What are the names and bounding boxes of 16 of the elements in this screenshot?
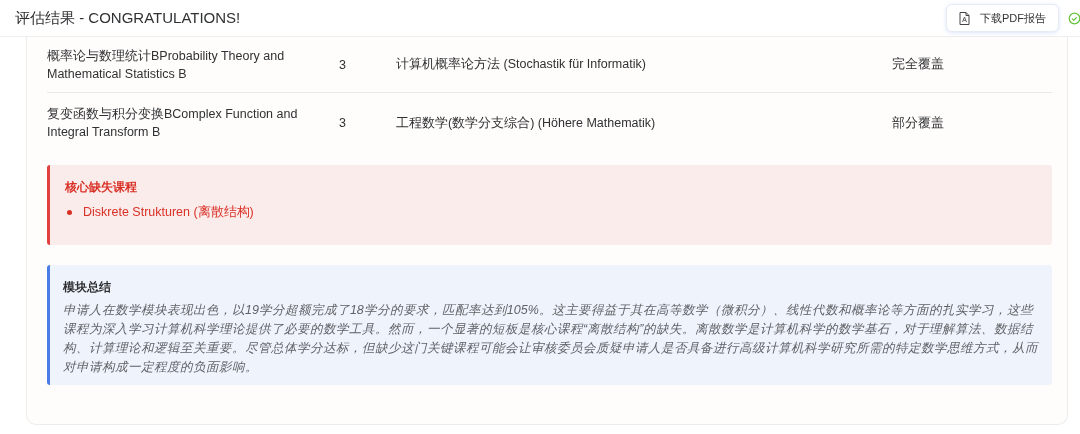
- bullet-icon: [67, 210, 72, 215]
- missing-course: Diskrete Strukturen (离散结构): [83, 204, 254, 221]
- table-cell-text: 3: [339, 57, 347, 72]
- table-cell-text: 计算机概率论方法 (Stochastik für Informatik): [396, 56, 647, 73]
- table-cell-text: 3: [339, 116, 347, 130]
- table-cell-text: 复变函数与积分变换BComplex Function and Integral Transform B: [47, 106, 299, 141]
- panel-title: 核心缺失课程: [65, 179, 138, 196]
- panel-title: 模块总结: [63, 279, 112, 296]
- table-cell-text: 概率论与数理统计BProbability Theory and Mathematical Statistics B: [47, 47, 286, 83]
- pdf-file-icon: [959, 11, 970, 25]
- table-cell-text: 部分覆盖: [892, 114, 945, 132]
- table-cell-text: 工程数学(数学分支综合) (Höhere Mathematik): [396, 114, 657, 132]
- table-cell-text: 完全覆盖: [892, 56, 945, 73]
- download-pdf-button[interactable]: 下载PDF报告: [946, 4, 1059, 32]
- dialog-title: 评估结果 - CONGRATULATIONS!: [15, 8, 242, 28]
- summary-text: 申请人在数学模块表现出色，以19学分超额完成了18学分的要求，匹配率达到105%。这主要得益于其在高等数学（微积分）、线性代数和概率论等方面的扎实学习，这些课程为深入学习计算机科学理论提供了必要的数学工具。然而，一个显著的短板是核心课程“离散结构”的缺失。离散数学是计算机科学的数学基石，对于理解算法、数据结构、计算理论和逻辑至关重要。尽管总体学分达标，但缺少这门关键课程可能会让审核委员会质疑申请人是否具备进行高级计算机科学研究所需的特定数学思维方式，从而对申请构成一定程度的负面影响。: [63, 302, 1039, 376]
